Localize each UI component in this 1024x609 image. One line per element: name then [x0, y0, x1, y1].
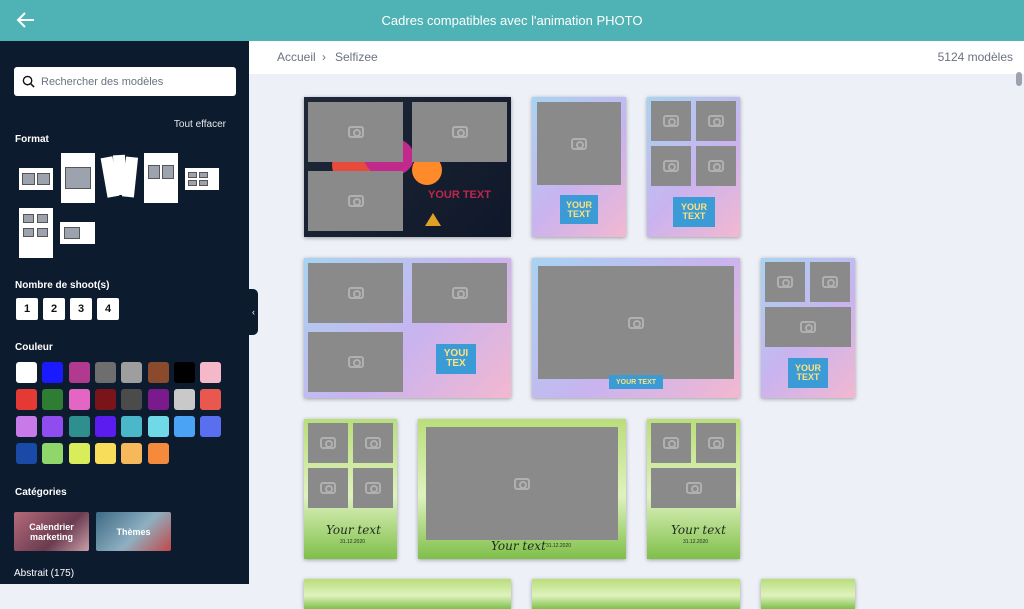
format-option-strips[interactable]: [100, 153, 139, 203]
templates-count: 5124 modèles: [937, 50, 1013, 64]
chevron-left-icon: ‹: [252, 307, 255, 317]
color-swatch[interactable]: [16, 416, 37, 437]
category-abstrait[interactable]: Abstrait (175): [14, 568, 74, 579]
color-swatch[interactable]: [147, 443, 169, 464]
color-swatch[interactable]: [173, 362, 195, 383]
color-swatch[interactable]: [68, 416, 90, 437]
color-swatch[interactable]: [42, 443, 64, 464]
color-swatch[interactable]: [200, 389, 222, 410]
template-text: YOUR TEXT: [428, 189, 491, 201]
color-heading: Couleur: [15, 342, 53, 353]
clear-all-link[interactable]: Tout effacer: [174, 119, 226, 130]
color-swatch[interactable]: [42, 416, 64, 437]
color-swatch[interactable]: [16, 362, 37, 383]
shoot-count-1-button[interactable]: 1: [16, 298, 38, 320]
sidebar: Tout effacer Format Nombre de shoot(s) 1…: [0, 41, 249, 584]
format-option-small-landscape[interactable]: [60, 222, 95, 244]
color-swatch[interactable]: [147, 362, 169, 383]
template-card[interactable]: YOUR TEXT: [761, 258, 855, 398]
template-card[interactable]: Your text 31.12.2020: [647, 419, 740, 559]
color-swatch[interactable]: [42, 389, 64, 410]
color-swatch[interactable]: [121, 443, 143, 464]
format-option-portrait-grid[interactable]: [19, 208, 53, 258]
color-swatch[interactable]: [121, 416, 143, 437]
color-swatch[interactable]: [173, 416, 195, 437]
template-card[interactable]: Your text 31.12.2020: [304, 419, 397, 559]
color-swatch[interactable]: [147, 389, 169, 410]
color-swatch[interactable]: [16, 389, 37, 410]
page-title: Cadres compatibles avec l'animation PHOT…: [381, 13, 643, 28]
top-bar: Cadres compatibles avec l'animation PHOT…: [0, 0, 1024, 41]
color-swatch[interactable]: [173, 389, 195, 410]
shoot-count-2-button[interactable]: 2: [43, 298, 65, 320]
template-card[interactable]: YOUR TEXT: [532, 97, 626, 237]
template-card[interactable]: YOUR TEXT: [304, 97, 511, 237]
format-option-portrait-double[interactable]: [144, 153, 178, 203]
scrollbar-thumb[interactable]: [1016, 72, 1022, 86]
shoot-count-3-button[interactable]: 3: [70, 298, 92, 320]
format-option-portrait-single[interactable]: [61, 153, 95, 203]
color-swatch[interactable]: [68, 443, 90, 464]
search-box: [14, 67, 236, 96]
color-swatch[interactable]: [68, 362, 90, 383]
search-icon: [22, 75, 35, 88]
color-swatch[interactable]: [121, 362, 143, 383]
search-input[interactable]: [41, 75, 221, 88]
color-swatch[interactable]: [94, 389, 116, 410]
categories-heading: Catégories: [15, 487, 67, 498]
template-card[interactable]: YOUR TEXT: [532, 258, 740, 398]
color-swatch[interactable]: [68, 389, 90, 410]
color-swatch[interactable]: [94, 416, 116, 437]
color-swatch[interactable]: [94, 443, 116, 464]
format-heading: Format: [15, 134, 49, 145]
category-themes[interactable]: Thèmes: [96, 512, 171, 551]
breadcrumb-current[interactable]: Selfizee: [335, 50, 378, 64]
template-card[interactable]: Your text 31.12.2020: [418, 419, 626, 559]
color-swatch[interactable]: [16, 443, 37, 464]
shoot-count-4-button[interactable]: 4: [97, 298, 119, 320]
shoots-heading: Nombre de shoot(s): [15, 280, 110, 291]
collapse-sidebar-handle[interactable]: ‹: [249, 289, 258, 335]
breadcrumb-separator: ›: [322, 50, 326, 64]
breadcrumb: Accueil › Selfizee 5124 modèles: [249, 41, 1024, 74]
category-calendrier-marketing[interactable]: Calendrier marketing: [14, 512, 89, 551]
arrow-left-icon[interactable]: [14, 8, 38, 32]
format-option-landscape-2[interactable]: [19, 168, 53, 190]
color-swatch[interactable]: [121, 389, 143, 410]
breadcrumb-home[interactable]: Accueil: [277, 50, 316, 64]
template-card[interactable]: YOUI TEX: [304, 258, 511, 398]
color-swatch[interactable]: [94, 362, 116, 383]
color-swatch[interactable]: [200, 416, 222, 437]
color-swatch[interactable]: [200, 362, 222, 383]
color-swatch[interactable]: [42, 362, 64, 383]
template-card[interactable]: YOUR TEXT: [647, 97, 740, 237]
color-swatch[interactable]: [147, 416, 169, 437]
format-option-landscape-4[interactable]: [185, 168, 219, 190]
